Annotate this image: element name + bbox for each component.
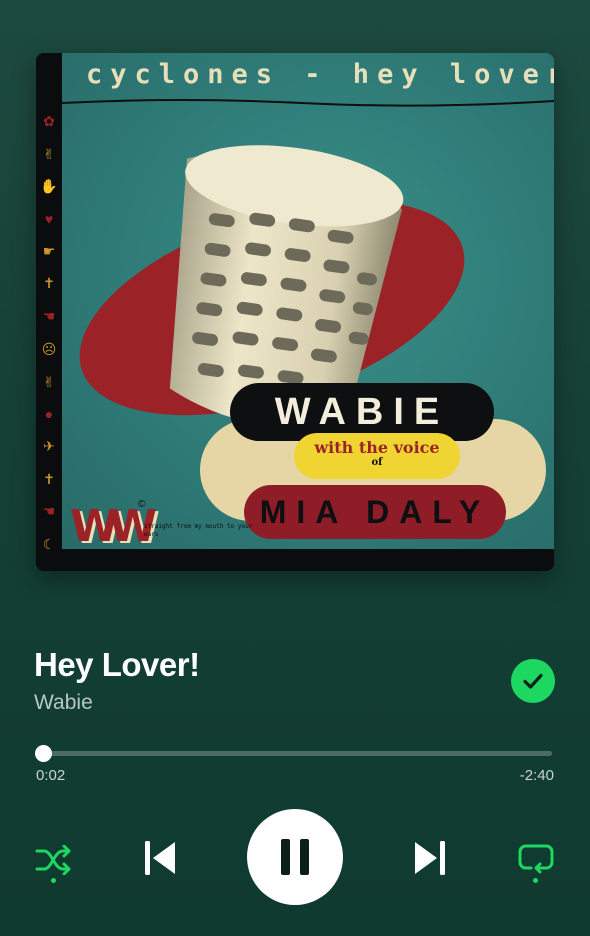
elapsed-time: 0:02 [36, 767, 66, 784]
repeat-button[interactable] [512, 836, 560, 884]
pause-icon [281, 839, 309, 875]
peace-hand-icon: ✌ [43, 145, 55, 162]
album-art-with-voice: with the voice of [294, 433, 460, 479]
bomb-icon: ● [44, 406, 54, 423]
pointing-hand-icon: ☚ [42, 308, 56, 325]
airplane-icon: ✈ [43, 437, 55, 454]
copyright-mark: © [138, 499, 146, 510]
album-art-featured-name: MIA DALY [244, 485, 506, 539]
progress-bar[interactable] [35, 745, 552, 762]
cross-icon: ✝ [43, 470, 55, 487]
album-art: cyclones - hey lover ✿ ✌ ✋ ♥ ☛ ✝ ☚ ☹ ✌ ●… [36, 53, 554, 571]
peace-hand-icon: ✌ [43, 373, 55, 390]
sad-face-icon: ☹ [41, 340, 57, 357]
wabie-logo: WW [70, 501, 157, 552]
previous-button[interactable] [136, 832, 184, 884]
album-art-divider-line [62, 99, 554, 107]
rose-icon: ✿ [43, 113, 55, 129]
repeat-icon [518, 844, 554, 874]
checkmark-icon [523, 673, 543, 689]
album-art-tagline: straight from my mouth to your ears [144, 523, 253, 538]
remaining-time: -2:40 [519, 767, 554, 784]
hand-icon: ✋ [40, 178, 58, 195]
cross-icon: ✝ [43, 275, 55, 292]
moon-icon: ☾ [42, 535, 56, 552]
pointing-hand-icon: ☛ [42, 242, 56, 259]
shuffle-icon [35, 845, 71, 875]
repeat-active-dot [533, 878, 538, 883]
heart-icon: ♥ [44, 211, 54, 228]
saved-to-library-button[interactable] [511, 659, 555, 703]
album-art-bottom-strip [36, 549, 554, 571]
next-icon [415, 841, 445, 875]
pointing-hand-icon: ☚ [42, 503, 56, 520]
with-voice-text: with the voice [314, 438, 440, 457]
previous-icon [145, 841, 175, 875]
shuffle-active-dot [51, 878, 56, 883]
album-art-header-text: cyclones - hey lover [86, 59, 554, 90]
album-art-side-icons: ✿ ✌ ✋ ♥ ☛ ✝ ☚ ☹ ✌ ● ✈ ✝ ☚ ☾ [38, 113, 60, 553]
next-button[interactable] [406, 832, 454, 884]
pause-button[interactable] [247, 809, 343, 905]
shuffle-button[interactable] [30, 836, 78, 884]
of-text: of [371, 457, 383, 468]
logo-letter: W [70, 501, 118, 552]
progress-knob[interactable] [35, 745, 53, 762]
track-title: Hey Lover! [34, 646, 200, 683]
track-artist[interactable]: Wabie [34, 691, 93, 715]
